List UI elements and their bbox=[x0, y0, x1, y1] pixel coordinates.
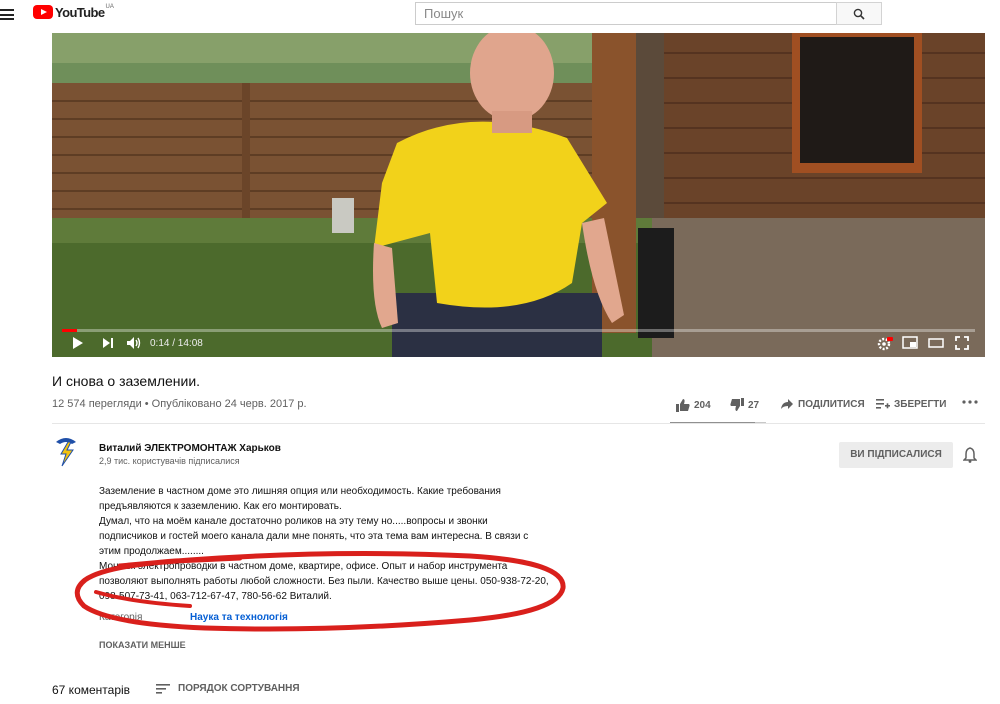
subscribed-button[interactable]: ВИ ПІДПИСАЛИСЯ bbox=[839, 442, 953, 468]
search-input[interactable]: Пошук bbox=[415, 2, 836, 25]
settings-gear-icon[interactable] bbox=[877, 336, 893, 352]
share-icon bbox=[781, 399, 793, 409]
thumbs-up-icon bbox=[676, 399, 690, 412]
logo-text: YouTube bbox=[55, 5, 105, 20]
category-link[interactable]: Наука та технологія bbox=[190, 612, 288, 623]
next-icon[interactable] bbox=[102, 336, 114, 350]
more-dots-icon bbox=[962, 400, 978, 404]
sort-icon bbox=[156, 683, 170, 694]
channel-avatar[interactable] bbox=[52, 436, 80, 470]
volume-icon[interactable] bbox=[126, 336, 142, 350]
view-count-date: 12 574 перегляди • Опубліковано 24 черв.… bbox=[52, 398, 307, 410]
notification-bell-icon[interactable] bbox=[963, 447, 977, 463]
player-controls: 0:14 / 14:08 bbox=[52, 333, 985, 357]
dislike-count: 27 bbox=[748, 399, 760, 411]
progress-played bbox=[62, 329, 78, 332]
channel-name[interactable]: Виталий ЭЛЕКТРОМОНТАЖ Харьков bbox=[99, 443, 281, 454]
save-button[interactable]: ЗБЕРЕГТИ bbox=[876, 398, 946, 410]
more-actions-button[interactable] bbox=[962, 400, 978, 404]
category-label: Категорія bbox=[99, 612, 143, 623]
fullscreen-icon[interactable] bbox=[955, 336, 969, 350]
theater-mode-icon[interactable] bbox=[928, 336, 944, 350]
sort-label: ПОРЯДОК СОРТУВАННЯ bbox=[178, 683, 300, 694]
search-icon bbox=[853, 8, 865, 20]
top-bar: YouTube UA Пошук bbox=[0, 0, 1000, 28]
time-display: 0:14 / 14:08 bbox=[150, 338, 203, 349]
description-paragraph: Монтаж электропроводки в частном доме, к… bbox=[99, 561, 549, 602]
description-paragraph: Заземление в частном доме это лишняя опц… bbox=[99, 486, 501, 512]
like-count: 204 bbox=[694, 399, 711, 411]
hamburger-menu-icon[interactable] bbox=[0, 9, 14, 20]
dislike-button[interactable]: 27 bbox=[730, 398, 759, 412]
show-less-button[interactable]: ПОКАЗАТИ МЕНШЕ bbox=[99, 640, 186, 650]
video-actions: 204 27 ПОДІЛИТИСЯ ЗБЕРЕГТИ bbox=[676, 398, 986, 414]
section-divider bbox=[52, 423, 985, 424]
subscriber-count: 2,9 тис. користувачів підписалися bbox=[99, 456, 240, 466]
like-button[interactable]: 204 bbox=[676, 398, 711, 412]
share-button[interactable]: ПОДІЛИТИСЯ bbox=[780, 398, 865, 410]
miniplayer-icon[interactable] bbox=[902, 336, 918, 350]
youtube-logo[interactable]: YouTube UA bbox=[33, 4, 114, 20]
sort-comments-button[interactable]: ПОРЯДОК СОРТУВАННЯ bbox=[156, 683, 300, 694]
video-description: Заземление в частном доме это лишняя опц… bbox=[99, 484, 549, 604]
add-to-playlist-icon bbox=[876, 399, 890, 409]
video-title: И снова о заземлении. bbox=[52, 373, 201, 389]
save-label: ЗБЕРЕГТИ bbox=[894, 398, 947, 410]
play-icon[interactable] bbox=[72, 336, 84, 350]
description-paragraph: Думал, что на моём канале достаточно рол… bbox=[99, 516, 529, 557]
logo-country: UA bbox=[105, 4, 114, 10]
play-logo-icon bbox=[33, 5, 53, 19]
search-button[interactable] bbox=[836, 2, 882, 25]
video-player[interactable]: 0:14 / 14:08 bbox=[52, 33, 985, 357]
comments-count: 67 коментарів bbox=[52, 683, 131, 697]
thumbs-down-icon bbox=[730, 398, 744, 411]
progress-bar[interactable] bbox=[62, 329, 975, 332]
share-label: ПОДІЛИТИСЯ bbox=[798, 398, 865, 410]
video-frame bbox=[52, 33, 985, 357]
